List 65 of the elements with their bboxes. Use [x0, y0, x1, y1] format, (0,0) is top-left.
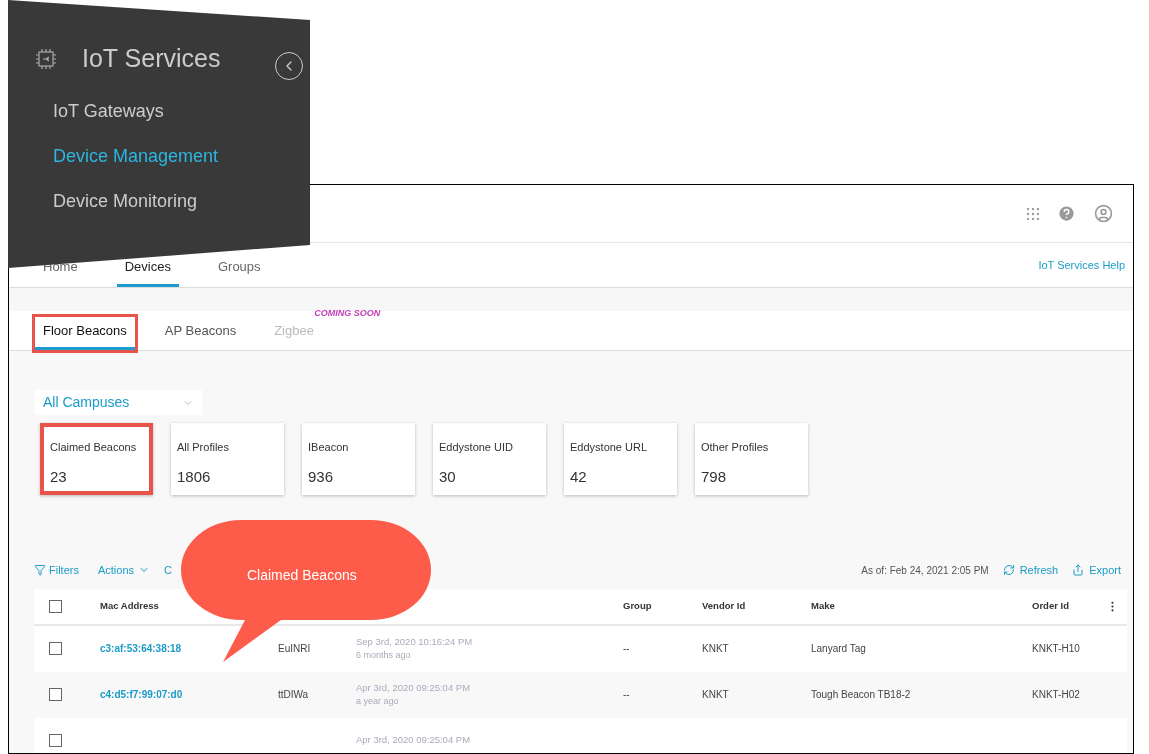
- menu-item[interactable]: IoT Gateways: [53, 98, 164, 125]
- table-cell-text: Lanyard Tag: [811, 642, 866, 656]
- toolbar-link[interactable]: C: [164, 562, 172, 579]
- sub-tab[interactable]: Floor Beacons: [35, 316, 135, 350]
- table-cell-text: KNKT-H10: [1032, 642, 1080, 656]
- table-cell-text: KNKT-H02: [1032, 688, 1080, 702]
- checkbox[interactable]: [49, 688, 62, 701]
- date-text: Apr 3rd, 2020 09:25:04 PM: [356, 680, 472, 695]
- export-button[interactable]: Export: [1072, 562, 1121, 579]
- summary-card[interactable]: IBeacon 936: [302, 423, 415, 495]
- card-value: 42: [570, 466, 588, 487]
- card-label: Eddystone UID: [439, 440, 514, 455]
- table-cell-text: KNKT: [702, 642, 729, 656]
- card-value: 1806: [177, 466, 212, 487]
- menu-title: IoT Services: [82, 43, 221, 75]
- export-icon: [1072, 564, 1085, 577]
- relative-time: a year ago: [356, 694, 400, 708]
- table-cell-text: KNKT: [702, 688, 729, 702]
- chip-icon: [34, 47, 58, 71]
- card-label: IBeacon: [308, 440, 350, 455]
- refresh-icon: [1002, 564, 1015, 577]
- help-link[interactable]: IoT Services Help: [1038, 256, 1125, 273]
- checkbox[interactable]: [49, 734, 62, 747]
- card-value: 798: [701, 466, 728, 487]
- mac-address-link[interactable]: c3:af:53:64:38:18: [100, 641, 182, 656]
- summary-card[interactable]: Other Profiles 798: [695, 423, 808, 495]
- campus-dropdown[interactable]: All Campuses: [35, 390, 202, 415]
- table-cell-text: --: [623, 688, 630, 702]
- table-cell-text: EuINRI: [278, 642, 311, 656]
- refresh-button[interactable]: Refresh: [1002, 562, 1059, 579]
- app-grid-icon[interactable]: [1027, 207, 1039, 220]
- table-cell-text: ttDIWa: [278, 688, 309, 702]
- filter-icon: [34, 564, 46, 577]
- sub-tab[interactable]: AP Beacons: [156, 316, 245, 350]
- menu-item[interactable]: Device Management: [53, 143, 219, 170]
- table-cell-text: --: [623, 642, 630, 656]
- card-label: Eddystone URL: [570, 440, 649, 455]
- column-header: Group: [623, 598, 653, 613]
- column-header: Mac Address: [100, 598, 160, 613]
- table-cell-text: Tough Beacon TB18-2: [811, 688, 911, 702]
- summary-card[interactable]: All Profiles 1806: [171, 423, 284, 495]
- column-header: Order Id: [1032, 598, 1070, 613]
- summary-card[interactable]: Eddystone URL 42: [564, 423, 677, 495]
- column-header: Make: [811, 598, 836, 613]
- relative-time: 6 months ago: [356, 648, 412, 662]
- user-icon[interactable]: [1094, 204, 1113, 223]
- nav-tab[interactable]: Groups: [209, 256, 269, 287]
- column-header: Vendor Id: [702, 598, 747, 613]
- card-label: Claimed Beacons: [50, 440, 138, 455]
- summary-card[interactable]: Claimed Beacons 23: [40, 423, 153, 495]
- date-text: Sep 3rd, 2020 10:16:24 PM: [356, 634, 474, 649]
- date-text: Apr 3rd, 2020 09:25:04 PM: [356, 733, 472, 748]
- card-value: 30: [439, 466, 457, 487]
- menu-item[interactable]: Device Monitoring: [53, 188, 198, 215]
- as-of-timestamp: As of: Feb 24, 2021 2:05 PM: [861, 563, 989, 578]
- card-value: 23: [50, 466, 68, 487]
- callout-text: Claimed Beacons: [247, 566, 357, 585]
- help-icon[interactable]: [1057, 204, 1076, 223]
- actions-button[interactable]: Actions: [97, 562, 151, 579]
- card-label: All Profiles: [177, 440, 230, 455]
- card-value: 936: [308, 466, 335, 487]
- summary-card[interactable]: Eddystone UID 30: [433, 423, 546, 495]
- card-label: Other Profiles: [701, 440, 770, 455]
- checkbox[interactable]: [49, 642, 62, 655]
- checkbox[interactable]: [49, 599, 62, 613]
